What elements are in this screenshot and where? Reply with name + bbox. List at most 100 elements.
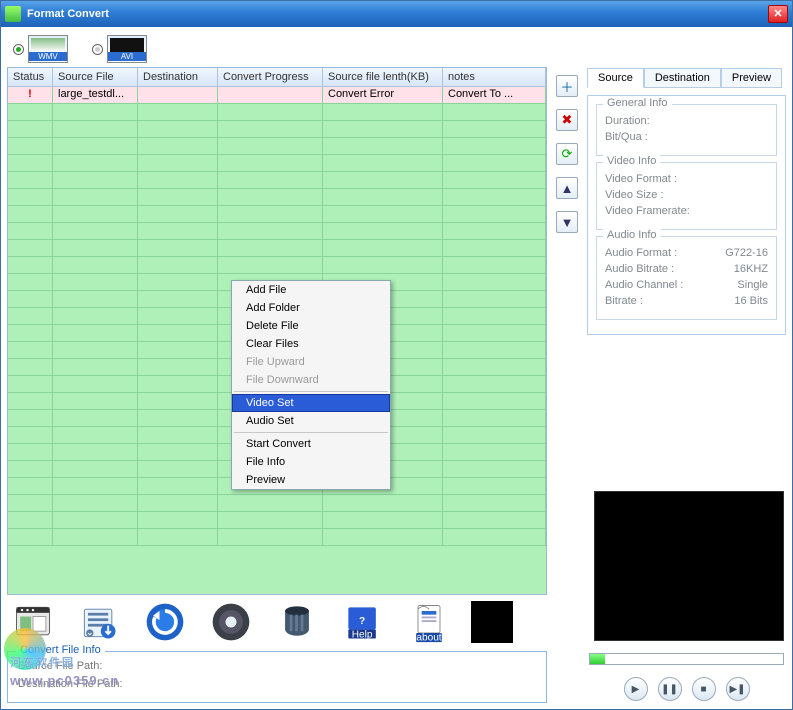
play-button[interactable]: ▶ — [624, 677, 648, 701]
table-cell — [218, 104, 323, 121]
table-row[interactable]: !large_testdl...Convert ErrorConvert To … — [8, 87, 546, 104]
menu-item-video-set[interactable]: Video Set — [232, 394, 390, 412]
blank-button[interactable] — [471, 601, 513, 643]
titlebar[interactable]: Format Convert ✕ — [1, 1, 792, 27]
remove-item-button[interactable]: ✖ — [556, 109, 578, 131]
table-cell — [138, 444, 218, 461]
table-cell — [53, 206, 138, 223]
table-row[interactable] — [8, 206, 546, 223]
table-cell — [443, 461, 546, 478]
col-status[interactable]: Status — [8, 68, 53, 86]
table-cell — [8, 410, 53, 427]
col-length[interactable]: Source file lenth(KB) — [323, 68, 443, 86]
table-row[interactable] — [8, 240, 546, 257]
preview-video-box[interactable] — [594, 491, 784, 641]
add-folder-button[interactable] — [75, 598, 123, 646]
tab-source[interactable]: Source — [587, 68, 644, 88]
table-cell — [443, 257, 546, 274]
menu-item-preview[interactable]: Preview — [232, 471, 390, 489]
grid-header[interactable]: Status Source File Destination Convert P… — [8, 68, 546, 87]
table-cell — [53, 172, 138, 189]
help-button[interactable]: Help? — [339, 598, 387, 646]
add-file-button[interactable] — [9, 598, 57, 646]
table-cell — [443, 104, 546, 121]
table-cell — [218, 189, 323, 206]
delete-button[interactable] — [273, 598, 321, 646]
table-cell — [138, 427, 218, 444]
format-thumb-avi: AVI — [107, 35, 147, 63]
table-cell — [443, 376, 546, 393]
table-cell — [8, 325, 53, 342]
table-cell — [138, 376, 218, 393]
table-row[interactable] — [8, 189, 546, 206]
table-cell — [53, 393, 138, 410]
menu-item-add-folder[interactable]: Add Folder — [232, 299, 390, 317]
table-cell — [138, 495, 218, 512]
format-option-wmv[interactable]: WMV — [13, 35, 68, 63]
stop-button[interactable]: ■ — [692, 677, 716, 701]
table-row[interactable] — [8, 172, 546, 189]
table-cell — [53, 478, 138, 495]
table-cell — [218, 257, 323, 274]
next-button[interactable]: ▶❚ — [726, 677, 750, 701]
table-row[interactable] — [8, 529, 546, 546]
menu-item-add-file[interactable]: Add File — [232, 281, 390, 299]
table-cell — [53, 155, 138, 172]
menu-item-clear-files[interactable]: Clear Files — [232, 335, 390, 353]
table-row[interactable] — [8, 495, 546, 512]
tab-destination[interactable]: Destination — [644, 68, 721, 88]
svg-text:Help: Help — [352, 630, 373, 641]
tab-preview[interactable]: Preview — [721, 68, 782, 88]
table-cell — [323, 121, 443, 138]
table-cell — [138, 121, 218, 138]
menu-item-file-downward: File Downward — [232, 371, 390, 389]
menu-item-file-info[interactable]: File Info — [232, 453, 390, 471]
about-button[interactable]: about — [405, 598, 453, 646]
table-cell — [138, 206, 218, 223]
refresh-button[interactable]: ⟳ — [556, 143, 578, 165]
move-down-button[interactable]: ▼ — [556, 211, 578, 233]
table-cell — [53, 376, 138, 393]
table-row[interactable] — [8, 104, 546, 121]
table-cell — [138, 138, 218, 155]
playback-progress[interactable] — [589, 653, 784, 665]
table-cell — [8, 461, 53, 478]
format-option-avi[interactable]: AVI — [92, 35, 147, 63]
col-destination[interactable]: Destination — [138, 68, 218, 86]
close-button[interactable]: ✕ — [768, 5, 788, 23]
move-up-button[interactable]: ▲ — [556, 177, 578, 199]
table-row[interactable] — [8, 138, 546, 155]
col-notes[interactable]: notes — [443, 68, 546, 86]
table-row[interactable] — [8, 512, 546, 529]
settings-button[interactable] — [207, 598, 255, 646]
table-cell — [53, 308, 138, 325]
table-cell — [8, 257, 53, 274]
table-cell — [53, 495, 138, 512]
table-cell — [443, 529, 546, 546]
add-item-button[interactable]: ＋ — [556, 75, 578, 97]
table-row[interactable] — [8, 257, 546, 274]
table-cell — [8, 189, 53, 206]
menu-item-start-convert[interactable]: Start Convert — [232, 435, 390, 453]
col-progress[interactable]: Convert Progress — [218, 68, 323, 86]
menu-item-file-upward: File Upward — [232, 353, 390, 371]
table-cell — [218, 121, 323, 138]
menu-item-delete-file[interactable]: Delete File — [232, 317, 390, 335]
menu-item-audio-set[interactable]: Audio Set — [232, 412, 390, 430]
table-cell — [8, 376, 53, 393]
context-menu[interactable]: Add FileAdd FolderDelete FileClear Files… — [231, 280, 391, 490]
table-cell — [138, 512, 218, 529]
convert-button[interactable] — [141, 598, 189, 646]
table-row[interactable] — [8, 121, 546, 138]
table-row[interactable] — [8, 223, 546, 240]
pause-button[interactable]: ❚❚ — [658, 677, 682, 701]
table-cell — [138, 223, 218, 240]
col-source[interactable]: Source File — [53, 68, 138, 86]
table-cell — [138, 155, 218, 172]
table-row[interactable] — [8, 155, 546, 172]
table-cell — [323, 172, 443, 189]
table-cell — [138, 274, 218, 291]
table-cell — [323, 223, 443, 240]
table-cell — [218, 223, 323, 240]
main-toolbar: Help? about — [7, 595, 547, 649]
